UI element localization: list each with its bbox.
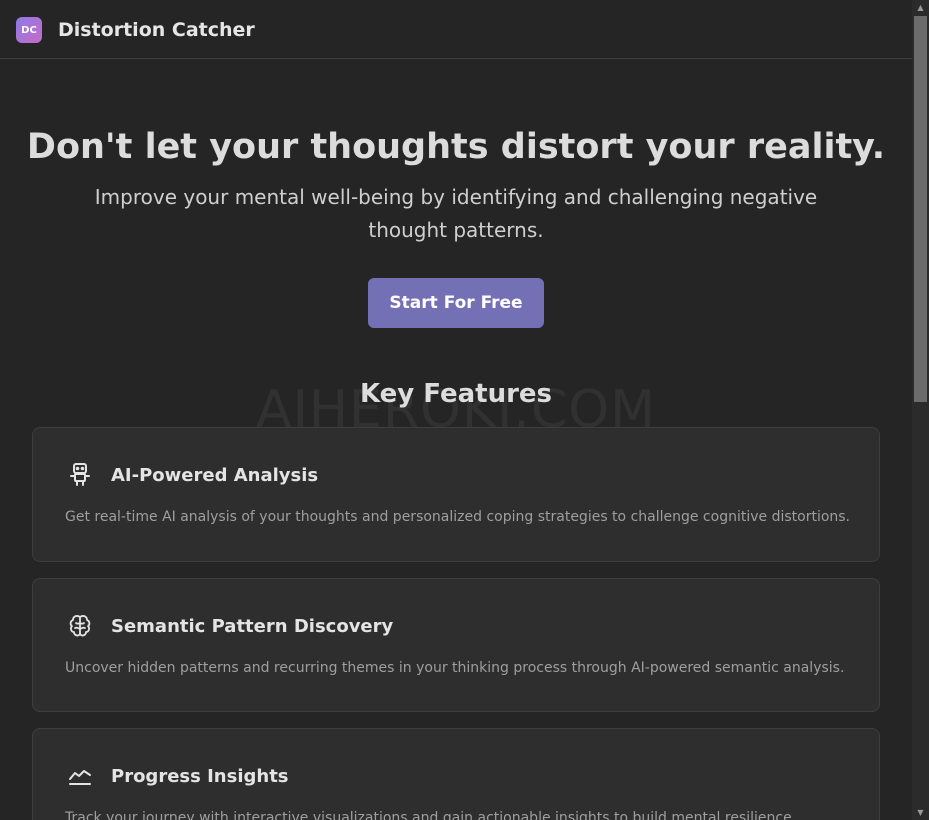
feature-description: Track your journey with interactive visu… xyxy=(65,810,797,820)
scroll-down-icon[interactable]: ▼ xyxy=(912,805,929,820)
start-for-free-button[interactable]: Start For Free xyxy=(368,278,544,328)
hero-subtitle: Improve your mental well-being by identi… xyxy=(94,185,818,242)
app-logo[interactable]: DC xyxy=(16,17,42,43)
page-viewport: DC Distortion Catcher Don't let your tho… xyxy=(0,0,912,820)
chart-line-icon xyxy=(67,764,93,790)
feature-description: Uncover hidden patterns and recurring th… xyxy=(65,660,845,676)
key-features-heading: Key Features xyxy=(359,379,553,409)
feature-card-semantic-pattern: Semantic Pattern Discovery Uncover hidde… xyxy=(32,578,880,712)
feature-title: Progress Insights xyxy=(111,766,289,787)
feature-card-progress-insights: Progress Insights Track your journey wit… xyxy=(32,728,880,820)
feature-title: AI-Powered Analysis xyxy=(111,465,319,486)
scrollbar-thumb[interactable] xyxy=(914,16,927,402)
scroll-up-icon[interactable]: ▲ xyxy=(912,0,929,15)
top-nav-bar: DC Distortion Catcher xyxy=(0,0,912,59)
feature-card-ai-analysis: AI-Powered Analysis Get real-time AI ana… xyxy=(32,427,880,562)
app-name[interactable]: Distortion Catcher xyxy=(58,17,255,43)
hero-title: Don't let your thoughts distort your rea… xyxy=(26,127,886,167)
robot-icon xyxy=(67,461,93,487)
feature-description: Get real-time AI analysis of your though… xyxy=(65,509,851,525)
feature-title: Semantic Pattern Discovery xyxy=(111,616,394,637)
brain-icon xyxy=(67,613,93,639)
vertical-scrollbar[interactable]: ▲ ▼ xyxy=(912,0,929,820)
